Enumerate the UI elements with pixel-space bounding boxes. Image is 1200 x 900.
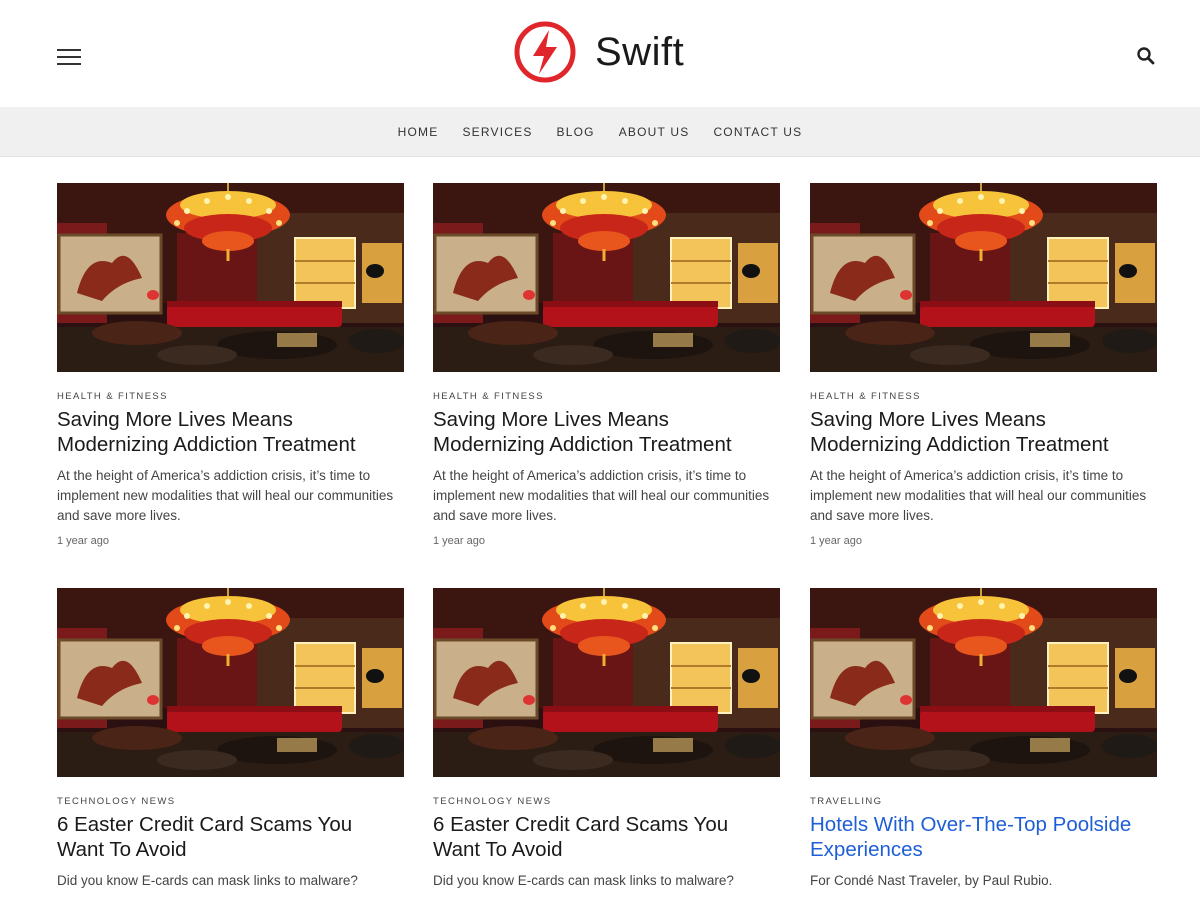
post-card: TRAVELLING Hotels With Over-The-Top Pool… [810, 588, 1157, 891]
post-card: TECHNOLOGY NEWS 6 Easter Credit Card Sca… [433, 588, 780, 891]
post-thumbnail[interactable] [810, 588, 1157, 777]
nav-item-blog[interactable]: BLOG [557, 125, 595, 139]
post-thumbnail[interactable] [433, 588, 780, 777]
post-title[interactable]: Saving More Lives Means Modernizing Addi… [810, 407, 1157, 457]
post-card: HEALTH & FITNESS Saving More Lives Means… [433, 183, 780, 547]
nav-item-home[interactable]: HOME [398, 125, 439, 139]
post-title[interactable]: Saving More Lives Means Modernizing Addi… [433, 407, 780, 457]
post-title[interactable]: 6 Easter Credit Card Scams You Want To A… [433, 812, 780, 862]
lightning-bolt-icon [514, 21, 576, 83]
nav-item-contact-us[interactable]: CONTACT US [713, 125, 802, 139]
menu-icon[interactable] [57, 49, 81, 67]
post-thumbnail[interactable] [57, 183, 404, 372]
search-icon[interactable] [1136, 46, 1156, 66]
post-excerpt: Did you know E-cards can mask links to m… [57, 873, 358, 888]
site-header: Swift [0, 0, 1200, 107]
post-date: 1 year ago [57, 535, 109, 547]
post-card: HEALTH & FITNESS Saving More Lives Means… [810, 183, 1157, 547]
nav-item-services[interactable]: SERVICES [462, 125, 532, 139]
site-logo-text: Swift [595, 30, 685, 74]
post-excerpt: At the height of America’s addiction cri… [433, 468, 770, 523]
nav-item-about-us[interactable]: ABOUT US [619, 125, 690, 139]
post-title[interactable]: Saving More Lives Means Modernizing Addi… [57, 407, 404, 457]
post-excerpt: For Condé Nast Traveler, by Paul Rubio. [810, 873, 1053, 888]
post-thumbnail[interactable] [433, 183, 780, 372]
post-category[interactable]: HEALTH & FITNESS [57, 391, 404, 402]
post-date: 1 year ago [810, 535, 862, 547]
post-category[interactable]: TECHNOLOGY NEWS [57, 796, 404, 807]
post-category[interactable]: HEALTH & FITNESS [433, 391, 780, 402]
post-date: 1 year ago [433, 535, 485, 547]
main-navigation: HOME SERVICES BLOG ABOUT US CONTACT US [0, 107, 1200, 157]
post-category[interactable]: TECHNOLOGY NEWS [433, 796, 780, 807]
post-excerpt: At the height of America’s addiction cri… [57, 468, 394, 523]
post-category[interactable]: TRAVELLING [810, 796, 1157, 807]
post-excerpt: Did you know E-cards can mask links to m… [433, 873, 734, 888]
post-category[interactable]: HEALTH & FITNESS [810, 391, 1157, 402]
site-logo[interactable]: Swift [513, 20, 684, 84]
post-card: HEALTH & FITNESS Saving More Lives Means… [57, 183, 404, 547]
post-title[interactable]: Hotels With Over-The-Top Poolside Experi… [810, 812, 1157, 862]
post-title[interactable]: 6 Easter Credit Card Scams You Want To A… [57, 812, 404, 862]
post-card: TECHNOLOGY NEWS 6 Easter Credit Card Sca… [57, 588, 404, 891]
post-thumbnail[interactable] [810, 183, 1157, 372]
post-thumbnail[interactable] [57, 588, 404, 777]
post-excerpt: At the height of America’s addiction cri… [810, 468, 1147, 523]
